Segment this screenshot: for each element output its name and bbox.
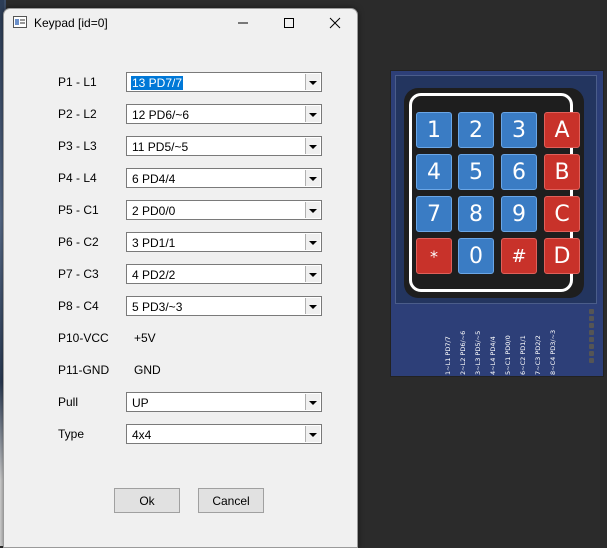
keypad-preview: 1 2 3 A 4 5 6 B 7 8 9 C * 0 # D 1~L1 PD7… [390,70,604,377]
keypad-board: 1 2 3 A 4 5 6 B 7 8 9 C * 0 # D [395,75,597,304]
keypad-dialog: Keypad [id=0] P1 - L1 13 PD7/7 P2 - L2 1… [3,8,358,548]
key-0: 0 [458,238,494,274]
p6-select-value: 3 PD1/1 [132,236,176,250]
pull-select-value: UP [132,396,149,410]
label-p3: P3 - L3 [58,139,97,153]
label-pull: Pull [58,395,79,409]
p3-select[interactable]: 11 PD5/~5 [126,136,322,156]
p4-select[interactable]: 6 PD4/4 [126,168,322,188]
key-b: B [544,154,580,190]
label-p8: P8 - C4 [58,299,99,313]
title-bar[interactable]: Keypad [id=0] [4,9,357,37]
chevron-down-icon[interactable] [305,202,320,218]
pin-label: 2~L2 PD6/~6 [459,330,467,375]
label-p2: P2 - L2 [58,107,97,121]
key-4: 4 [416,154,452,190]
p2-select-value: 12 PD6/~6 [132,108,190,122]
p5-select[interactable]: 2 PD0/0 [126,200,322,220]
label-p4: P4 - L4 [58,171,97,185]
p3-select-value: 11 PD5/~5 [132,140,189,154]
close-button[interactable] [312,9,358,37]
key-2: 2 [458,112,494,148]
pin-label: 8~C4 PD3/~3 [549,329,557,375]
chevron-down-icon[interactable] [305,138,320,154]
p4-select-value: 6 PD4/4 [132,172,176,186]
pin-labels: 1~L1 PD7/7 2~L2 PD6/~6 3~L3 PD5/~5 4~L4 … [443,323,559,375]
key-a: A [544,112,580,148]
type-select[interactable]: 4x4 [126,424,322,444]
pin-label: 1~L1 PD7/7 [444,336,452,375]
p6-select[interactable]: 3 PD1/1 [126,232,322,252]
label-gnd: P11-GND [58,363,110,377]
label-p1: P1 - L1 [58,75,97,89]
p1-select[interactable]: 13 PD7/7 [126,72,322,92]
chevron-down-icon[interactable] [305,234,320,250]
key-d: D [544,238,580,274]
chevron-down-icon[interactable] [305,74,320,90]
maximize-icon [284,18,294,28]
gnd-value: GND [134,363,161,377]
pin-label: 7~C3 PD2/2 [534,335,542,375]
window-title: Keypad [id=0] [34,16,108,30]
chevron-down-icon[interactable] [305,394,320,410]
vcc-value: +5V [134,331,156,345]
ok-button[interactable]: Ok [114,488,180,513]
chevron-down-icon[interactable] [305,106,320,122]
p5-select-value: 2 PD0/0 [132,204,176,218]
p7-select[interactable]: 4 PD2/2 [126,264,322,284]
key-6: 6 [501,154,537,190]
key-9: 9 [501,196,537,232]
pin-label: 4~L4 PD4/4 [489,336,497,375]
pull-select[interactable]: UP [126,392,322,412]
key-5: 5 [458,154,494,190]
minimize-icon [238,22,248,24]
label-vcc: P10-VCC [58,331,109,345]
key-star: * [416,238,452,274]
pin-label: 5~C1 PD0/0 [504,335,512,375]
label-p6: P6 - C2 [58,235,99,249]
label-p5: P5 - C1 [58,203,99,217]
pin-label: 6~C2 PD1/1 [519,335,527,375]
p8-select[interactable]: 5 PD3/~3 [126,296,322,316]
key-1: 1 [416,112,452,148]
chevron-down-icon[interactable] [305,266,320,282]
chevron-down-icon[interactable] [305,426,320,442]
p7-select-value: 4 PD2/2 [132,268,176,282]
maximize-button[interactable] [266,9,312,37]
p2-select[interactable]: 12 PD6/~6 [126,104,322,124]
label-p7: P7 - C3 [58,267,99,281]
pin-label: 3~L3 PD5/~5 [474,330,482,375]
key-3: 3 [501,112,537,148]
p8-select-value: 5 PD3/~3 [132,300,183,314]
key-7: 7 [416,196,452,232]
key-c: C [544,196,580,232]
header-pins [588,309,595,371]
cancel-button[interactable]: Cancel [198,488,264,513]
chevron-down-icon[interactable] [305,170,320,186]
label-type: Type [58,427,85,441]
chevron-down-icon[interactable] [305,298,320,314]
close-icon [329,17,341,29]
p1-select-value: 13 PD7/7 [131,76,184,90]
minimize-button[interactable] [220,9,266,37]
window-app-icon [13,16,27,28]
key-8: 8 [458,196,494,232]
key-hash: # [501,238,537,274]
type-select-value: 4x4 [132,428,152,442]
